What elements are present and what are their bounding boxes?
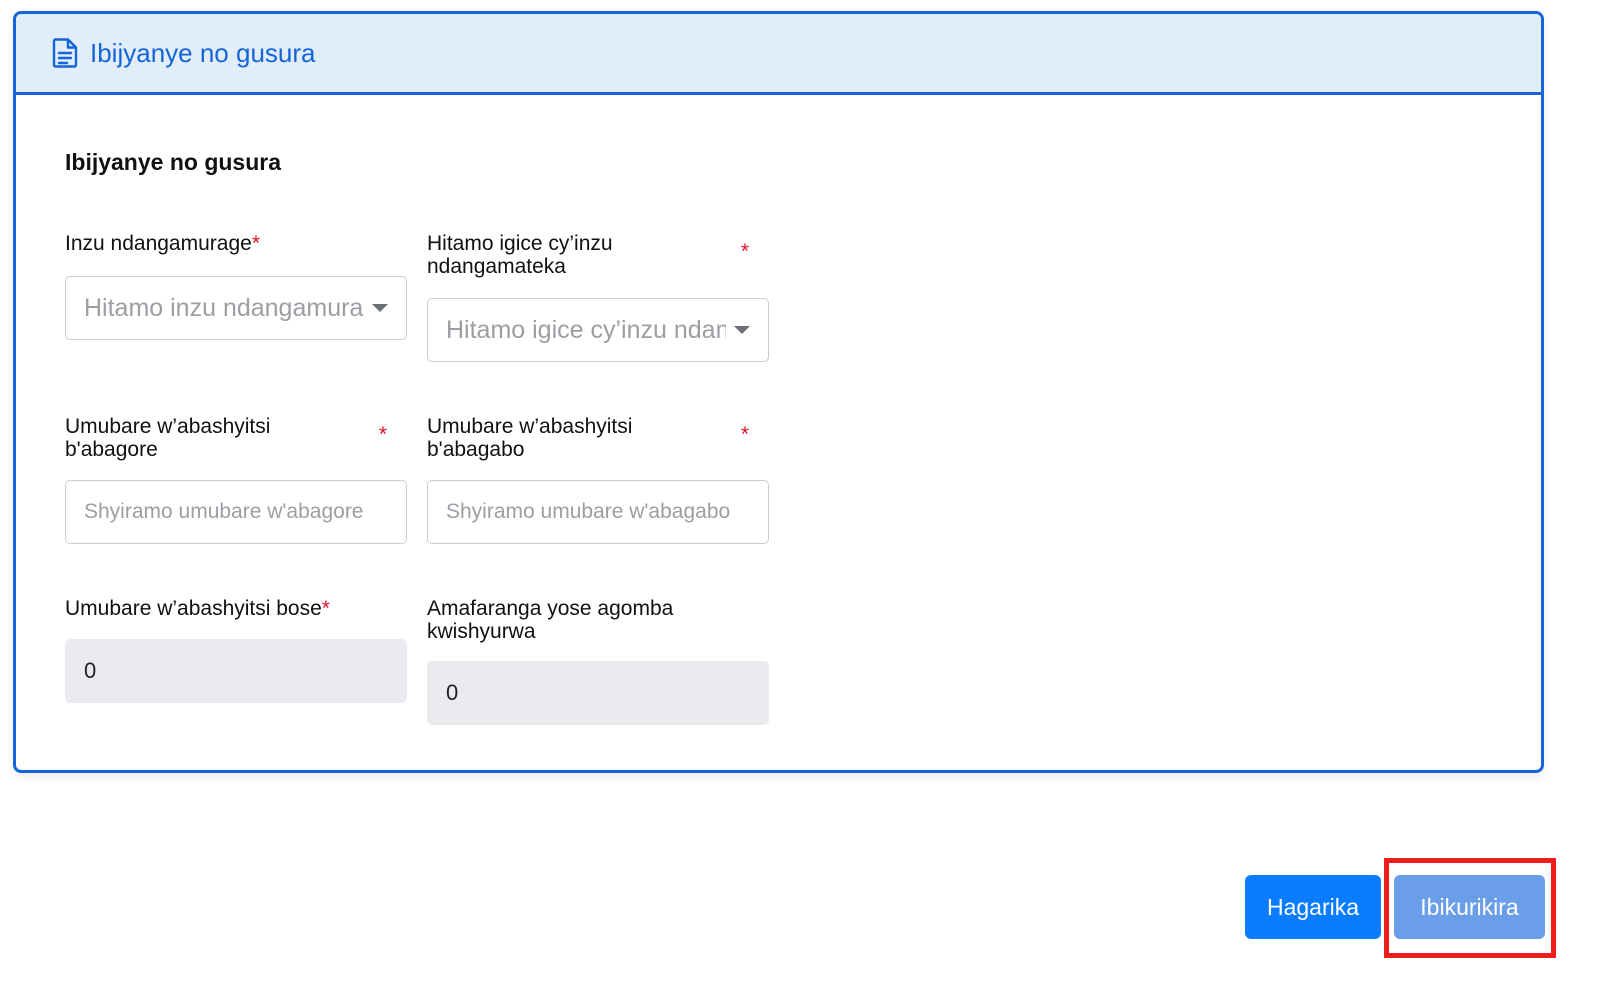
museum-select[interactable]: Hitamo inzu ndangamurage bbox=[65, 276, 407, 340]
museum-select-placeholder: Hitamo inzu ndangamurage bbox=[84, 293, 364, 322]
cancel-button[interactable]: Hagarika bbox=[1245, 875, 1381, 939]
museum-field: Inzu ndangamurage* Hitamo inzu ndangamur… bbox=[65, 232, 407, 340]
male-visitors-placeholder: Shyiramo umubare w'abagabo bbox=[446, 500, 731, 523]
required-marker: * bbox=[378, 423, 387, 446]
document-icon bbox=[52, 38, 78, 68]
total-visitors-field: Umubare w’abashyitsi bose* 0 bbox=[65, 597, 407, 703]
female-visitors-input[interactable]: Shyiramo umubare w'abagore bbox=[65, 480, 407, 544]
next-button[interactable]: Ibikurikira bbox=[1394, 875, 1545, 939]
required-marker: * bbox=[251, 232, 260, 255]
section-title: Ibijyanye no gusura bbox=[65, 149, 281, 175]
female-visitors-field: Umubare w’abashyitsi b'abagore * Shyiram… bbox=[65, 415, 407, 544]
total-visitors-value: 0 bbox=[84, 658, 97, 683]
museum-label: Inzu ndangamurage* bbox=[65, 232, 260, 255]
panel-header: Ibijyanye no gusura bbox=[16, 14, 1541, 95]
male-visitors-field: Umubare w’abashyitsi b'abagabo * Shyiram… bbox=[427, 415, 769, 544]
panel-title: Ibijyanye no gusura bbox=[90, 37, 316, 68]
total-amount-label: Amafaranga yose agomba kwishyurwa bbox=[427, 597, 674, 643]
chevron-down-icon bbox=[372, 304, 388, 312]
required-marker: * bbox=[740, 423, 749, 446]
visit-details-panel: Ibijyanye no gusura Ibijyanye no gusura … bbox=[13, 11, 1544, 773]
male-visitors-input[interactable]: Shyiramo umubare w'abagabo bbox=[427, 480, 769, 544]
total-amount-value: 0 bbox=[446, 680, 459, 705]
female-visitors-label: Umubare w’abashyitsi b'abagore * bbox=[65, 415, 387, 461]
museum-section-field: Hitamo igice cy’inzu ndangamateka * Hita… bbox=[427, 232, 769, 362]
museum-section-select-placeholder: Hitamo igice cy’inzu ndangamateka bbox=[446, 315, 726, 344]
male-visitors-label: Umubare w’abashyitsi b'abagabo * bbox=[427, 415, 749, 461]
total-amount-field: Amafaranga yose agomba kwishyurwa 0 bbox=[427, 597, 769, 725]
museum-section-label: Hitamo igice cy’inzu ndangamateka * bbox=[427, 232, 749, 278]
total-visitors-output: 0 bbox=[65, 639, 407, 703]
total-visitors-label: Umubare w’abashyitsi bose* bbox=[65, 597, 330, 620]
required-marker: * bbox=[740, 240, 749, 263]
total-amount-output: 0 bbox=[427, 661, 769, 725]
museum-section-select[interactable]: Hitamo igice cy’inzu ndangamateka bbox=[427, 298, 769, 362]
chevron-down-icon bbox=[734, 326, 750, 334]
female-visitors-placeholder: Shyiramo umubare w'abagore bbox=[84, 500, 364, 523]
required-marker: * bbox=[321, 597, 330, 620]
